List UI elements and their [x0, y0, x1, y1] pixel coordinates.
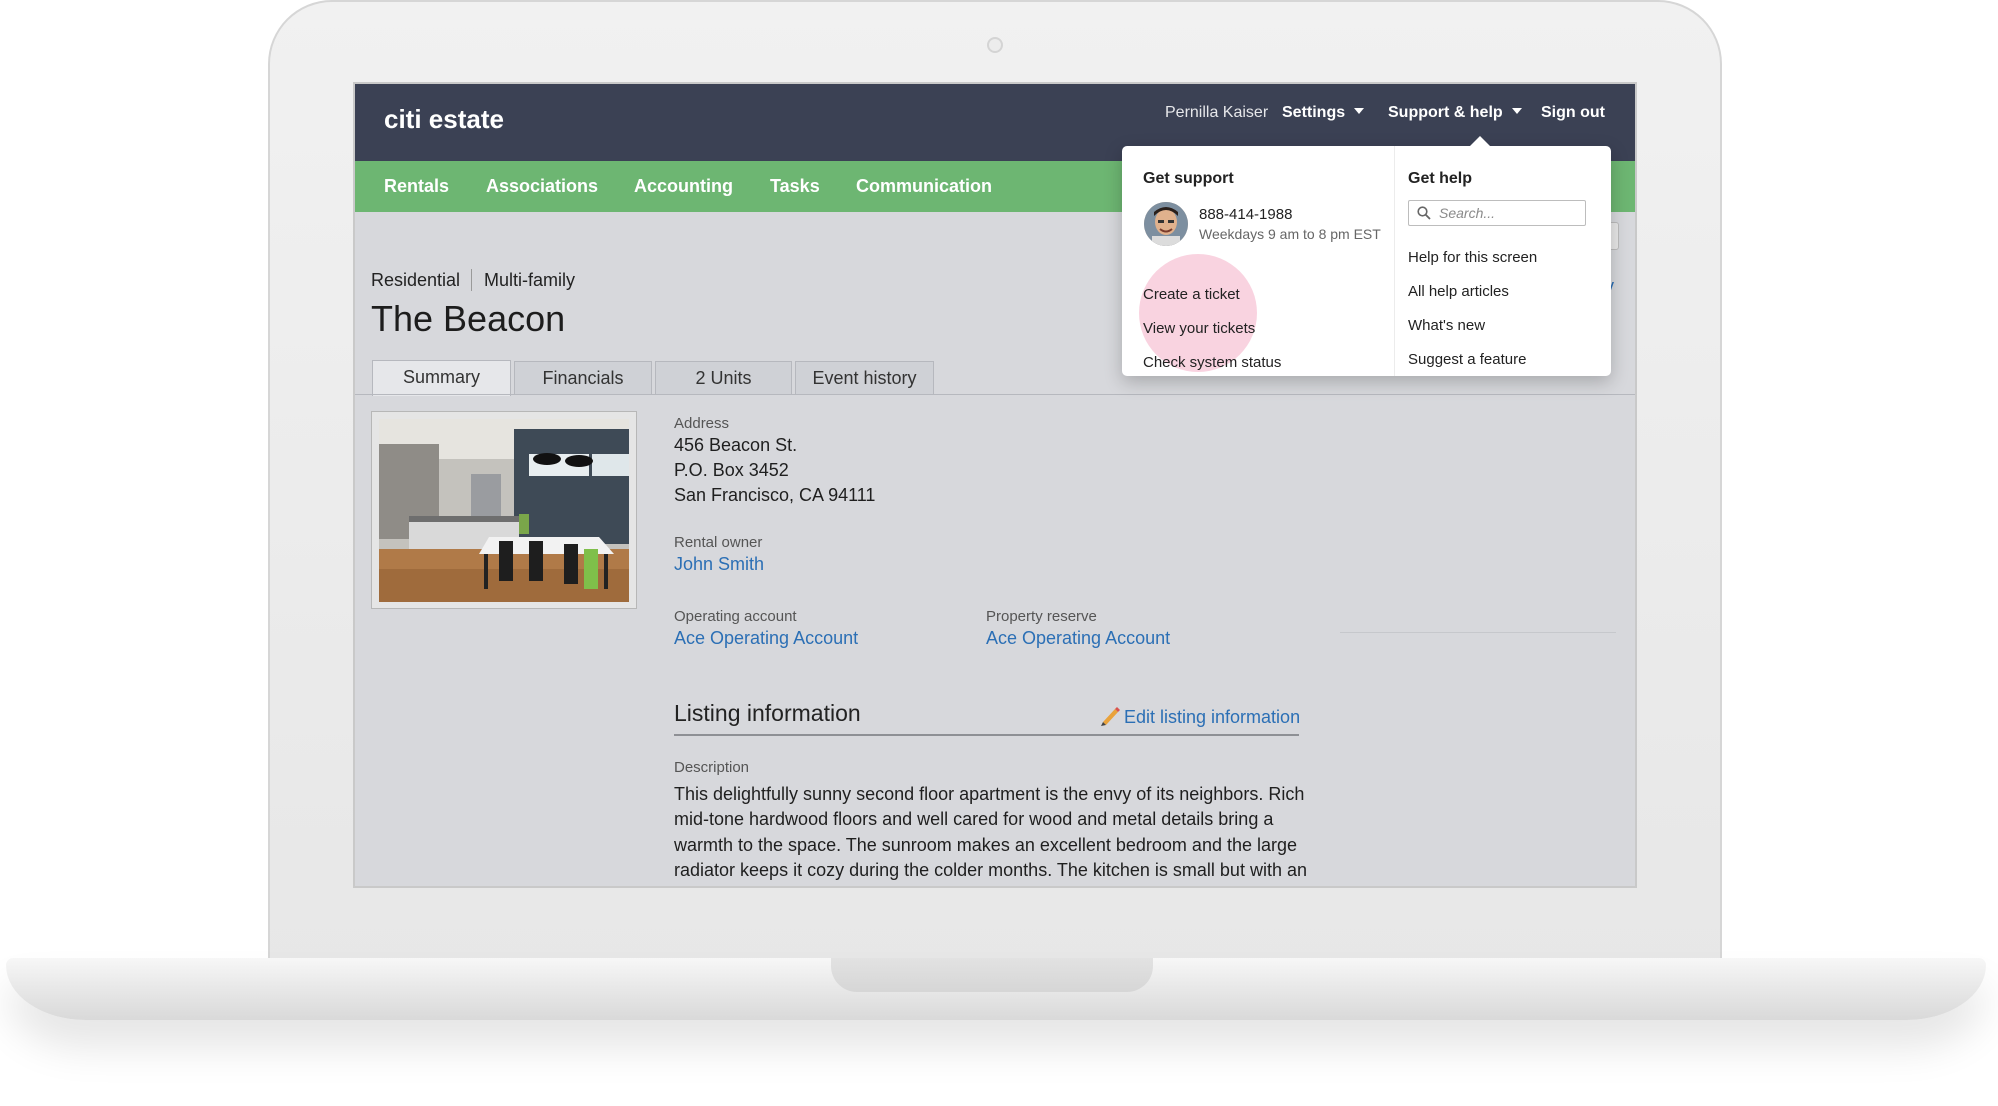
page-title: The Beacon [371, 298, 566, 339]
view-tickets-link[interactable]: View your tickets [1143, 320, 1255, 337]
address-line-2: P.O. Box 3452 [674, 460, 789, 480]
create-ticket-link[interactable]: Create a ticket [1143, 286, 1240, 303]
support-agent-avatar [1144, 202, 1188, 246]
user-name[interactable]: Pernilla Kaiser [1165, 104, 1268, 122]
help-this-screen-link[interactable]: Help for this screen [1408, 249, 1537, 266]
get-support-heading: Get support [1143, 170, 1234, 187]
app-logo[interactable]: citi estate [384, 104, 504, 135]
address-line-1: 456 Beacon St. [674, 435, 798, 455]
laptop-base [6, 958, 1986, 1020]
settings-label: Settings [1282, 104, 1346, 121]
rental-owner-link[interactable]: John Smith [674, 554, 764, 575]
nav-item-associations[interactable]: Associations [486, 176, 598, 197]
description-label: Description [674, 759, 750, 776]
support-phone[interactable]: 888-414-1988 [1199, 206, 1292, 223]
nav-item-rentals[interactable]: Rentals [384, 176, 449, 197]
tab-divider [355, 394, 1635, 395]
dropdown-pointer [1470, 136, 1490, 146]
breadcrumb-multifamily[interactable]: Multi-family [484, 270, 575, 291]
edit-listing-label: Edit listing information [1124, 707, 1301, 727]
property-reserve-link[interactable]: Ace Operating Account [986, 628, 1170, 649]
description-text: This delightfully sunny second floor apa… [674, 784, 1307, 880]
breadcrumb-divider [471, 269, 472, 291]
address-label: Address [674, 415, 730, 432]
nav-item-accounting[interactable]: Accounting [634, 176, 733, 197]
tab-summary[interactable]: Summary [372, 360, 511, 396]
chevron-down-icon [1511, 108, 1522, 114]
property-photo [379, 419, 629, 602]
operating-account-link[interactable]: Ace Operating Account [674, 628, 858, 649]
settings-menu[interactable]: Settings [1282, 104, 1365, 122]
pencil-icon [1101, 707, 1120, 726]
operating-account-label: Operating account [674, 608, 797, 625]
support-help-label: Support & help [1388, 104, 1503, 121]
rental-owner-label: Rental owner [674, 534, 763, 551]
property-photo-frame [371, 411, 637, 609]
listing-section-rule [674, 734, 1299, 736]
sign-out-link[interactable]: Sign out [1541, 104, 1605, 122]
chevron-down-icon [1354, 108, 1365, 114]
get-help-heading: Get help [1408, 170, 1473, 187]
laptop-notch [831, 958, 1153, 992]
support-hours: Weekdays 9 am to 8 pm EST [1199, 226, 1381, 242]
suggest-feature-link[interactable]: Suggest a feature [1408, 351, 1526, 368]
edit-listing-link[interactable]: Edit listing information [1099, 705, 1300, 728]
system-status-link[interactable]: Check system status [1143, 354, 1281, 371]
search-icon [1417, 206, 1431, 220]
address-line-3: San Francisco, CA 94111 [674, 485, 876, 505]
tab-financials[interactable]: Financials [514, 361, 652, 395]
sidebar-divider [1340, 632, 1616, 633]
whats-new-link[interactable]: What's new [1408, 317, 1485, 334]
dropdown-divider [1394, 146, 1395, 376]
nav-item-tasks[interactable]: Tasks [770, 176, 820, 197]
listing-section-title: Listing information [674, 700, 861, 726]
support-help-menu[interactable]: Support & help [1388, 104, 1522, 122]
breadcrumb-residential[interactable]: Residential [371, 270, 460, 291]
screen: citi estate Pernilla Kaiser Settings Sup… [353, 82, 1637, 888]
support-help-dropdown: Get support 888-414-1988 Weekdays 9 am t… [1122, 136, 1611, 376]
tab-event-history[interactable]: Event history [795, 361, 934, 395]
tab-units[interactable]: 2 Units [655, 361, 792, 395]
help-search-input[interactable]: Search... [1408, 200, 1586, 226]
camera-icon [987, 37, 1003, 53]
property-reserve-label: Property reserve [986, 608, 1097, 625]
nav-item-communication[interactable]: Communication [856, 176, 992, 197]
search-placeholder: Search... [1439, 205, 1496, 221]
all-help-articles-link[interactable]: All help articles [1408, 283, 1509, 300]
